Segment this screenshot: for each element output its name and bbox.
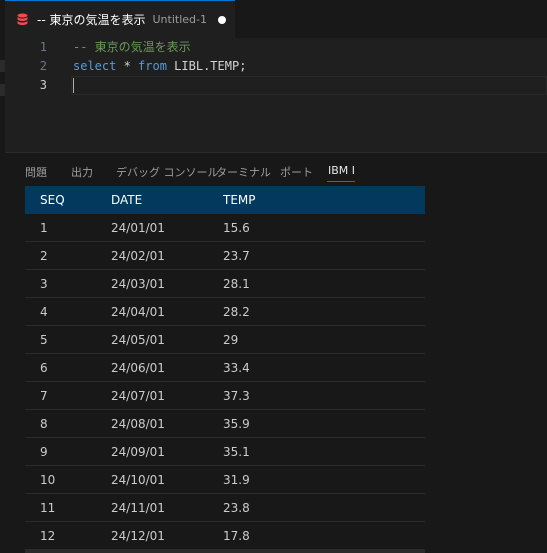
line-number: 2 — [39, 59, 47, 73]
code-line: 1 -- 東京の気温を表示 — [5, 38, 547, 57]
cell-seq: 6 — [25, 353, 111, 382]
cell-temp: 35.9 — [223, 409, 425, 438]
results-table: SEQ DATE TEMP 1 24/01/01 15.6 2 24/02/01 23.… — [25, 186, 425, 550]
tab-ibm-i[interactable]: IBM I — [328, 164, 355, 177]
code-line: 3 — [5, 76, 547, 95]
cell-temp: 28.2 — [223, 297, 425, 326]
sql-comment: -- 東京の気温を表示 — [73, 40, 191, 54]
cell-temp: 23.8 — [223, 493, 425, 522]
unsaved-dot-icon[interactable] — [217, 15, 226, 24]
cell-date: 24/11/01 — [111, 493, 223, 522]
active-tab-indicator — [327, 181, 355, 182]
cell-date: 24/02/01 — [111, 241, 223, 270]
cell-date: 24/03/01 — [111, 269, 223, 298]
cell-seq: 5 — [25, 325, 111, 354]
cell-date: 24/10/01 — [111, 465, 223, 494]
cell-temp: 15.6 — [223, 214, 425, 242]
line-number: 3 — [39, 78, 47, 92]
column-header-date[interactable]: DATE — [111, 186, 223, 214]
cell-seq: 9 — [25, 437, 111, 466]
table-row[interactable]: 1 24/01/01 15.6 — [25, 214, 425, 242]
cell-temp: 33.4 — [223, 353, 425, 382]
cell-temp: 29 — [223, 325, 425, 354]
column-header-temp[interactable]: TEMP — [223, 186, 425, 214]
table-row[interactable]: 9 24/09/01 35.1 — [25, 437, 425, 466]
panel-tabs: 問題 出力 デバッグ コンソール ターミナル ポート IBM I — [5, 153, 547, 187]
cell-temp: 28.1 — [223, 269, 425, 298]
cell-seq: 12 — [25, 521, 111, 550]
cell-seq: 4 — [25, 297, 111, 326]
cell-seq: 10 — [25, 465, 111, 494]
tab-ports[interactable]: ポート — [280, 164, 313, 180]
cell-seq: 1 — [25, 214, 111, 242]
tab-terminal[interactable]: ターミナル — [216, 164, 271, 180]
line-number: 1 — [39, 40, 47, 54]
cell-date: 24/04/01 — [111, 297, 223, 326]
table-row[interactable]: 7 24/07/01 37.3 — [25, 381, 425, 410]
bottom-panel: 問題 出力 デバッグ コンソール ターミナル ポート IBM I SEQ DAT… — [5, 152, 547, 553]
cell-seq: 3 — [25, 269, 111, 298]
tab-problems[interactable]: 問題 — [25, 164, 47, 180]
tab-output[interactable]: 出力 — [71, 164, 93, 180]
code-editor[interactable]: 1 -- 東京の気温を表示 2 select * from LIBL.TEMP;… — [5, 38, 547, 152]
table-name: LIBL.TEMP; — [166, 59, 247, 73]
table-row[interactable]: 10 24/10/01 31.9 — [25, 465, 425, 494]
text-cursor — [73, 78, 74, 93]
vscode-window: -- 東京の気温を表示 Untitled-1 1 -- 東京の気温を表示 2 s… — [0, 0, 547, 553]
cell-temp: 17.8 — [223, 521, 425, 550]
cell-temp: 23.7 — [223, 241, 425, 270]
cell-temp: 31.9 — [223, 465, 425, 494]
table-row[interactable]: 12 24/12/01 17.8 — [25, 521, 425, 550]
table-row[interactable]: 5 24/05/01 29 — [25, 325, 425, 354]
cell-date: 24/06/01 — [111, 353, 223, 382]
cell-seq: 7 — [25, 381, 111, 410]
table-scrollbar[interactable] — [25, 549, 425, 553]
code-star: * — [116, 59, 139, 73]
code-line: 2 select * from LIBL.TEMP; — [5, 57, 547, 76]
sql-statement: select * from LIBL.TEMP; — [73, 57, 246, 76]
table-row[interactable]: 6 24/06/01 33.4 — [25, 353, 425, 382]
table-row[interactable]: 3 24/03/01 28.1 — [25, 269, 425, 298]
database-icon — [17, 13, 31, 27]
cell-seq: 2 — [25, 241, 111, 270]
cell-seq: 11 — [25, 493, 111, 522]
cell-date: 24/07/01 — [111, 381, 223, 410]
tab-title: -- 東京の気温を表示 — [37, 13, 146, 27]
cell-temp: 37.3 — [223, 381, 425, 410]
cell-date: 24/05/01 — [111, 325, 223, 354]
table-row[interactable]: 8 24/08/01 35.9 — [25, 409, 425, 438]
tab-debug-console[interactable]: デバッグ コンソール — [116, 164, 219, 180]
column-header-seq[interactable]: SEQ — [25, 186, 111, 214]
cell-date: 24/01/01 — [111, 214, 223, 242]
cell-temp: 35.1 — [223, 437, 425, 466]
editor-tab-bar: -- 東京の気温を表示 Untitled-1 — [5, 0, 547, 38]
cell-seq: 8 — [25, 409, 111, 438]
table-row[interactable]: 4 24/04/01 28.2 — [25, 297, 425, 326]
keyword-select: select — [73, 59, 117, 73]
table-header-row: SEQ DATE TEMP — [25, 186, 425, 214]
cell-date: 24/09/01 — [111, 437, 223, 466]
table-row[interactable]: 11 24/11/01 23.8 — [25, 493, 425, 522]
editor-tab[interactable]: -- 東京の気温を表示 Untitled-1 — [5, 0, 235, 38]
table-row[interactable]: 2 24/02/01 23.7 — [25, 241, 425, 270]
cell-date: 24/12/01 — [111, 521, 223, 550]
keyword-from: from — [138, 59, 167, 73]
tab-description: Untitled-1 — [152, 13, 207, 26]
cell-date: 24/08/01 — [111, 409, 223, 438]
